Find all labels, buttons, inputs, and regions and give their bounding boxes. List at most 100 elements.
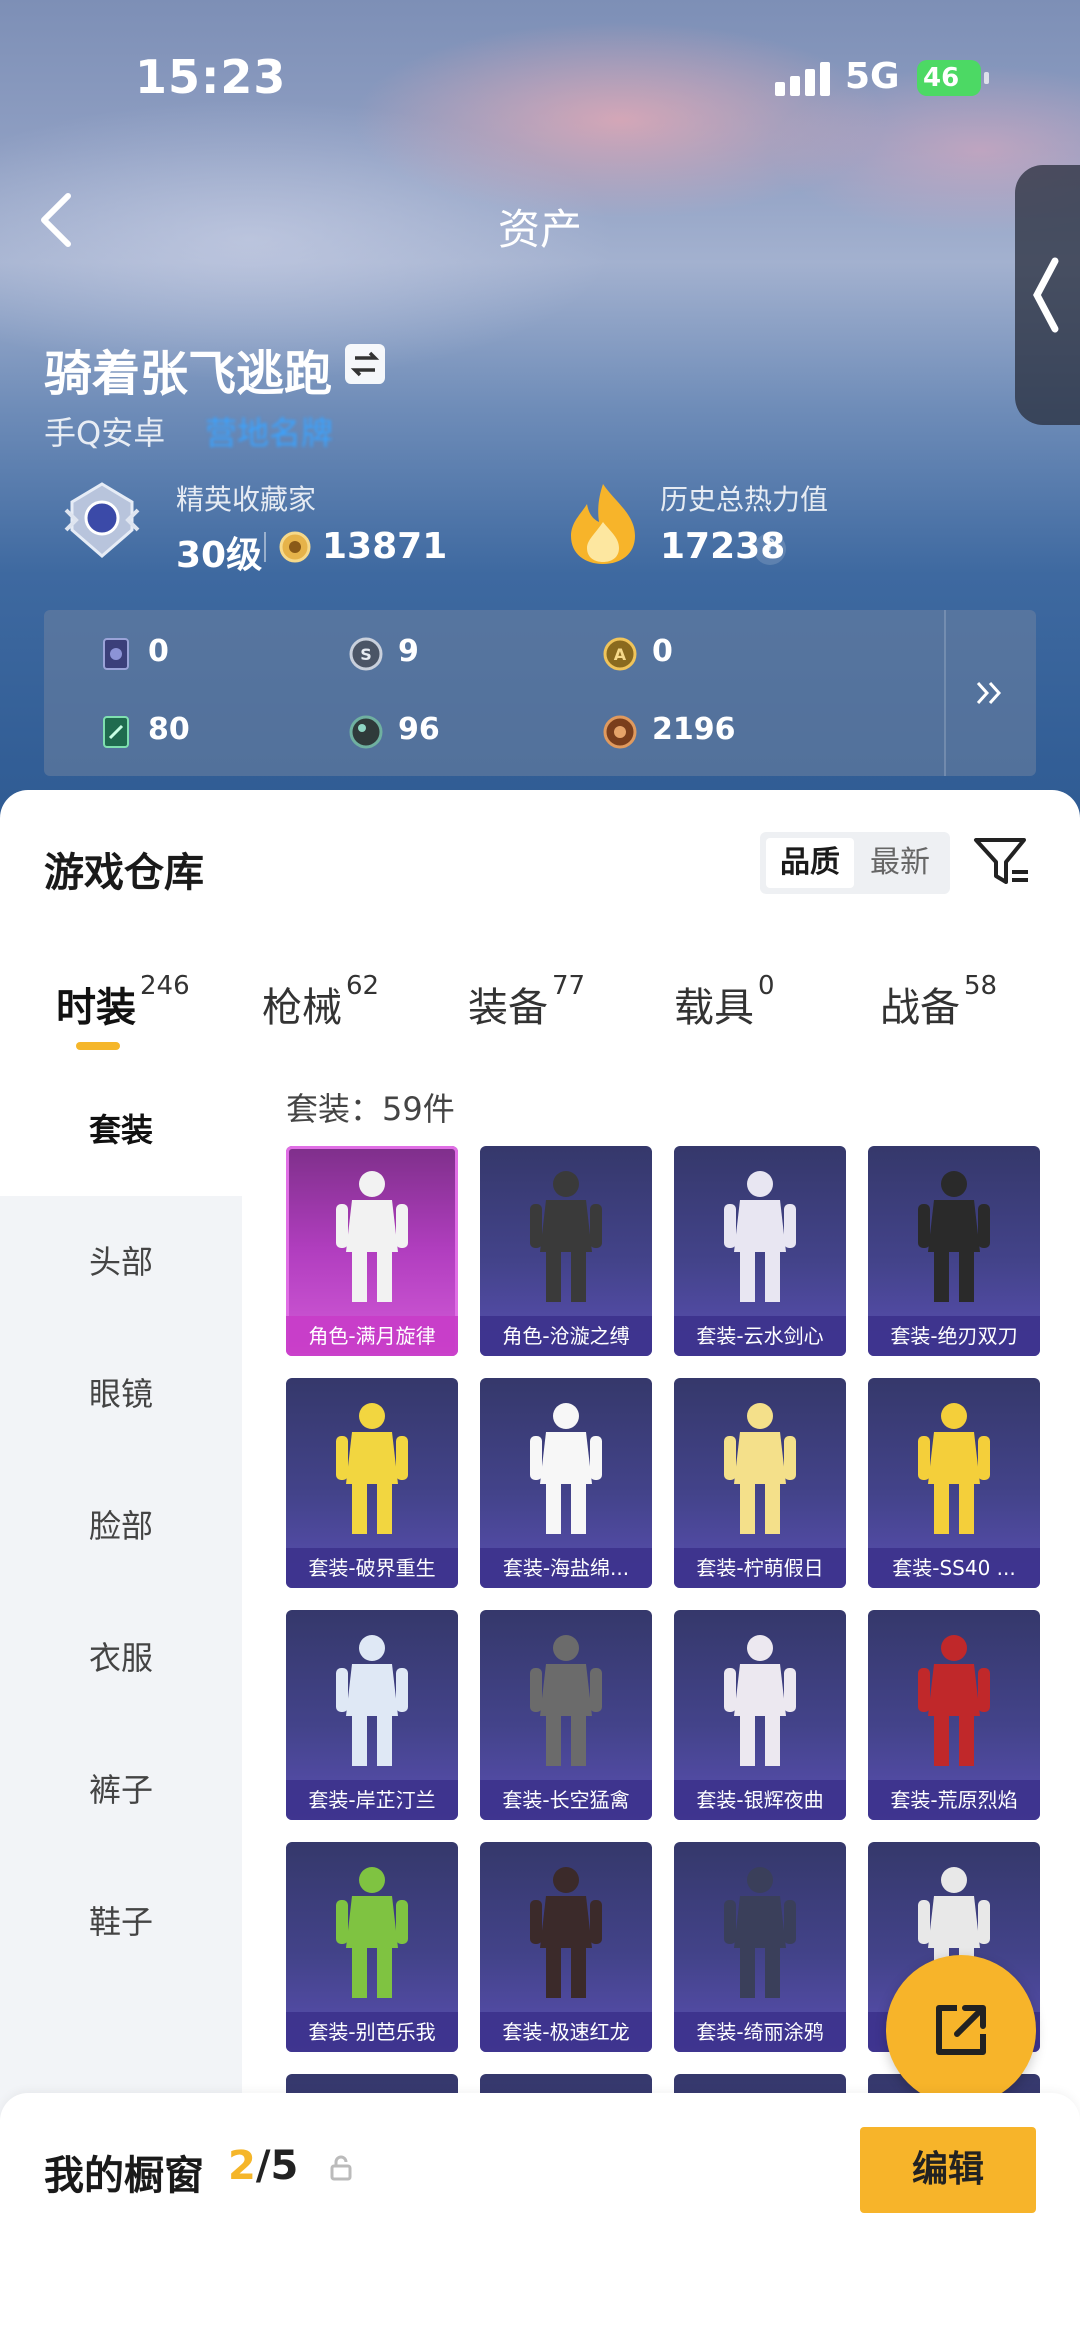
tab-label: 战备 [880, 985, 960, 1031]
item-name: 套装-绝刃双刀 [868, 1316, 1040, 1356]
item-name: 套装-银辉夜曲 [674, 1780, 846, 1820]
sort-toggle: 品质 最新 [760, 832, 950, 894]
outfit-figure-icon [530, 1867, 602, 1998]
item-card[interactable]: 套装-银辉夜曲 [674, 1610, 846, 1820]
gold-coin-icon: A [603, 637, 637, 671]
item-card[interactable]: 套装-SS40 ... [868, 1378, 1040, 1588]
outfit-figure-icon [918, 1635, 990, 1766]
swap-account-icon[interactable] [345, 344, 385, 384]
lock-icon [330, 2155, 352, 2181]
currency-panel: 0 S 9 A 0 80 96 2196 [44, 610, 1036, 776]
currency-value: 0 [652, 634, 673, 669]
camp-nameplate-link[interactable]: 营地名牌 [205, 408, 333, 454]
category-pants[interactable]: 裤子 [0, 1724, 242, 1856]
item-name: 套装-别芭乐我 [286, 2012, 458, 2052]
outfit-figure-icon [336, 1403, 408, 1534]
svg-text:S: S [360, 645, 372, 664]
tab-label: 时装 [56, 985, 136, 1031]
category-clothes[interactable]: 衣服 [0, 1592, 242, 1724]
item-card[interactable]: 角色-沧漩之缚 [480, 1146, 652, 1356]
item-name: 角色-沧漩之缚 [480, 1316, 652, 1356]
item-card[interactable]: 套装-柠萌假日 [674, 1378, 846, 1588]
category-suit[interactable]: 套装 [0, 1064, 242, 1196]
flame-icon [571, 484, 635, 564]
divider [264, 532, 266, 562]
item-name: 套装-绮丽涂鸦 [674, 2012, 846, 2052]
category-head[interactable]: 头部 [0, 1196, 242, 1328]
status-time: 15:23 [135, 50, 287, 104]
showcase-bar: 我的橱窗 2/5 编辑 [0, 2093, 1080, 2341]
outfit-figure-icon [724, 1171, 796, 1302]
chevron-left-icon [1033, 257, 1059, 333]
green-card-icon [103, 716, 129, 748]
item-name: 套装-海盐绵... [480, 1548, 652, 1588]
item-name: 套装-柠萌假日 [674, 1548, 846, 1588]
tab-count: 58 [964, 971, 998, 1001]
sort-quality-button[interactable]: 品质 [766, 838, 854, 888]
warehouse-title: 游戏仓库 [44, 850, 204, 896]
item-card[interactable]: 角色-满月旋律 [286, 1146, 458, 1356]
item-card[interactable]: 套装-极速红龙 [480, 1842, 652, 2052]
showcase-separator: / [255, 2143, 271, 2189]
page-title: 资产 [497, 205, 582, 254]
item-card[interactable]: 套装-荒原烈焰 [868, 1610, 1040, 1820]
tab-count: 246 [140, 971, 190, 1001]
edit-button[interactable]: 编辑 [860, 2127, 1036, 2213]
collector-badge-icon [64, 482, 140, 558]
item-card[interactable]: 套装-别芭乐我 [286, 1842, 458, 2052]
tab-guns[interactable]: 枪械 62 [262, 971, 379, 1045]
collector-title: 精英收藏家 [176, 483, 317, 516]
network-label: 5G [845, 56, 900, 97]
item-name: 角色-满月旋律 [286, 1316, 458, 1356]
tab-gear[interactable]: 战备 58 [880, 971, 997, 1045]
side-drawer-handle[interactable] [1015, 165, 1080, 425]
platform-label: 手Q安卓 [44, 414, 166, 452]
item-name: 套装-SS40 ... [868, 1548, 1040, 1588]
item-card[interactable]: 套装-云水剑心 [674, 1146, 846, 1356]
battery-level: 46 [923, 63, 960, 93]
collector-level: 30级 [176, 535, 263, 576]
outfit-figure-icon [724, 1635, 796, 1766]
outfit-figure-icon [530, 1635, 602, 1766]
silver-coin-icon: S [349, 637, 383, 671]
tab-label: 装备 [468, 985, 548, 1031]
showcase-total: 5 [270, 2143, 299, 2189]
help-icon[interactable]: ? [754, 533, 786, 565]
currency-value: 96 [398, 712, 440, 747]
double-chevron-right-icon [976, 681, 1002, 705]
item-name: 套装-破界重生 [286, 1548, 458, 1588]
active-tab-indicator [76, 1042, 120, 1050]
item-card[interactable]: 套装-绝刃双刀 [868, 1146, 1040, 1356]
collector-points: 13871 [322, 526, 448, 567]
category-glasses[interactable]: 眼镜 [0, 1328, 242, 1460]
outfit-figure-icon [724, 1867, 796, 1998]
item-card[interactable]: 套装-长空猛禽 [480, 1610, 652, 1820]
player-name: 骑着张飞逃跑 [44, 346, 333, 402]
currency-more-button[interactable] [946, 610, 1036, 776]
share-button[interactable] [886, 1955, 1036, 2105]
outfit-figure-icon [336, 1635, 408, 1766]
sort-newest-button[interactable]: 最新 [856, 838, 944, 888]
tab-label: 载具 [674, 985, 754, 1031]
filter-icon[interactable] [972, 832, 1032, 892]
tab-equipment[interactable]: 装备 77 [468, 971, 585, 1045]
currency-value: 2196 [652, 712, 736, 747]
item-name: 套装-极速红龙 [480, 2012, 652, 2052]
currency-value: 9 [398, 634, 419, 669]
tab-fashion[interactable]: 时装 246 [56, 971, 190, 1045]
tab-count: 77 [552, 971, 586, 1001]
item-card[interactable]: 套装-绮丽涂鸦 [674, 1842, 846, 2052]
tab-vehicles[interactable]: 载具 0 [674, 971, 775, 1045]
collector-point-icon [279, 531, 311, 563]
category-shoes[interactable]: 鞋子 [0, 1856, 242, 1988]
outfit-figure-icon [530, 1403, 602, 1534]
outfit-figure-icon [918, 1171, 990, 1302]
item-card[interactable]: 套装-海盐绵... [480, 1378, 652, 1588]
item-card[interactable]: 套装-破界重生 [286, 1378, 458, 1588]
item-card[interactable]: 套装-岸芷汀兰 [286, 1610, 458, 1820]
card-icon [103, 638, 129, 670]
outfit-figure-icon [530, 1171, 602, 1302]
outfit-figure-icon [336, 1171, 408, 1302]
category-face[interactable]: 脸部 [0, 1460, 242, 1592]
item-count: 套装：59件 [286, 1090, 455, 1128]
